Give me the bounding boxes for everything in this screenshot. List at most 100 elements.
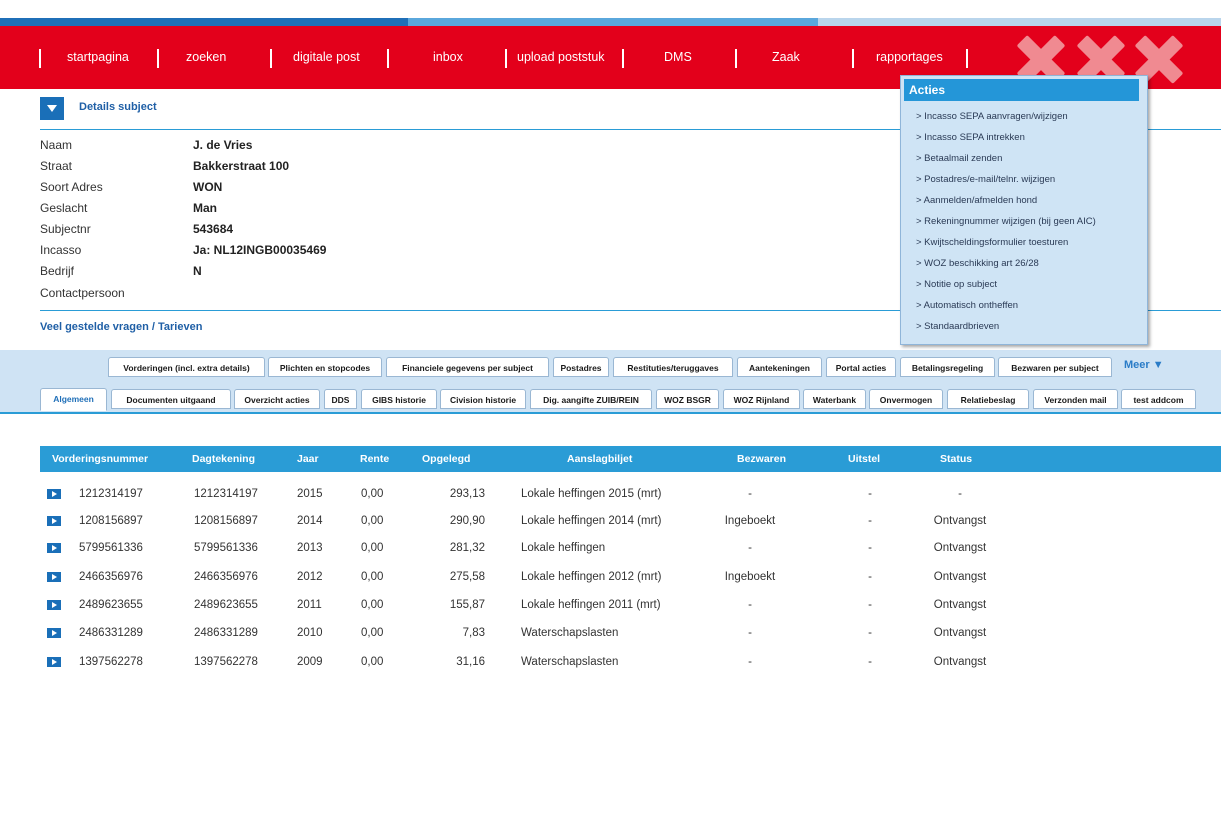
tab-test-addcom[interactable]: test addcom: [1121, 389, 1196, 409]
table-header: Vorderingsnummer Dagtekening Jaar Rente …: [40, 446, 1221, 472]
action-item[interactable]: > Betaalmail zenden: [916, 153, 1002, 164]
action-item[interactable]: > Aanmelden/afmelden hond: [916, 195, 1037, 206]
field-value-straat: Bakkerstraat 100: [193, 159, 290, 173]
cell-jaar: 2014: [297, 515, 323, 527]
table-row[interactable]: 2466356976 2466356976 2012 0,00 275,58 L…: [40, 566, 1221, 588]
cell-uitstel: -: [868, 599, 872, 611]
tab-verzonden-mail[interactable]: Verzonden mail: [1033, 389, 1118, 409]
tab-vorderingen[interactable]: Vorderingen (incl. extra details): [108, 357, 265, 377]
tab-algemeen[interactable]: Algemeen: [40, 388, 107, 411]
play-icon[interactable]: [47, 572, 61, 582]
cell-jaar: 2011: [297, 599, 322, 611]
cell-opgelegd: 31,16: [456, 656, 485, 668]
faq-link[interactable]: Veel gestelde vragen / Tarieven: [40, 321, 202, 333]
cell-aanslagbiljet: Lokale heffingen 2012 (mrt): [521, 571, 662, 583]
tab-plichten-stopcodes[interactable]: Plichten en stopcodes: [268, 357, 382, 377]
action-item[interactable]: > Incasso SEPA intrekken: [916, 132, 1025, 143]
tab-overzicht-acties[interactable]: Overzicht acties: [234, 389, 320, 409]
field-label-soort-adres: Soort Adres: [40, 180, 103, 194]
actions-title[interactable]: Acties: [904, 79, 1139, 101]
column-header[interactable]: Opgelegd: [422, 446, 470, 472]
column-header[interactable]: Aanslagbiljet: [567, 446, 632, 472]
nav-item-startpagina[interactable]: startpagina: [67, 26, 129, 89]
tab-restituties[interactable]: Restituties/teruggaves: [613, 357, 733, 377]
play-icon[interactable]: [47, 489, 61, 499]
tab-woz-bsgr[interactable]: WOZ BSGR: [656, 389, 719, 409]
tab-betalingsregeling[interactable]: Betalingsregeling: [900, 357, 995, 377]
cell-dagtekening: 1397562278: [194, 656, 258, 668]
cell-uitstel: -: [868, 627, 872, 639]
cell-dagtekening: 2486331289: [194, 627, 258, 639]
action-item[interactable]: > Automatisch ontheffen: [916, 300, 1018, 311]
column-header[interactable]: Bezwaren: [737, 446, 786, 472]
cell-opgelegd: 275,58: [449, 571, 485, 583]
nav-separator: [622, 49, 624, 68]
field-value-naam: J. de Vries: [193, 138, 253, 152]
play-icon[interactable]: [47, 628, 61, 638]
table-row[interactable]: 2489623655 2489623655 2011 0,00 155,87 L…: [40, 594, 1221, 616]
nav-item-inbox[interactable]: inbox: [433, 26, 463, 89]
column-header[interactable]: Jaar: [297, 446, 319, 472]
tab-woz-rijnland[interactable]: WOZ Rijnland: [723, 389, 800, 409]
tab-onvermogen[interactable]: Onvermogen: [869, 389, 943, 409]
nav-item-zaak[interactable]: Zaak: [772, 26, 800, 89]
action-item[interactable]: > Notitie op subject: [916, 279, 997, 290]
nav-separator: [966, 49, 968, 68]
nav-item-digitale-post[interactable]: digitale post: [293, 26, 360, 89]
tab-civision-historie[interactable]: Civision historie: [440, 389, 526, 409]
tab-gibs-historie[interactable]: GIBS historie: [361, 389, 437, 409]
cell-vorderingsnummer: 2489623655: [79, 599, 143, 611]
cell-opgelegd: 290,90: [449, 515, 485, 527]
column-header[interactable]: Uitstel: [848, 446, 880, 472]
cell-uitstel: -: [868, 656, 872, 668]
nav-separator: [852, 49, 854, 68]
tab-portal-acties[interactable]: Portal acties: [826, 357, 896, 377]
cell-uitstel: -: [868, 515, 872, 527]
play-icon[interactable]: [47, 657, 61, 667]
table-row[interactable]: 2486331289 2486331289 2010 0,00 7,83 Wat…: [40, 622, 1221, 644]
tab-relatiebeslag[interactable]: Relatiebeslag: [947, 389, 1029, 409]
tab-waterbank[interactable]: Waterbank: [803, 389, 866, 409]
play-icon[interactable]: [47, 516, 61, 526]
column-header[interactable]: Dagtekening: [192, 446, 255, 472]
action-item[interactable]: > Kwijtscheldingsformulier toesturen: [916, 237, 1068, 248]
table-row[interactable]: 1397562278 1397562278 2009 0,00 31,16 Wa…: [40, 651, 1221, 673]
more-tabs-button[interactable]: Meer ▼: [1124, 359, 1164, 371]
chevron-down-icon[interactable]: [40, 97, 64, 120]
field-value-bedrijf: N: [193, 264, 202, 278]
play-icon[interactable]: [47, 600, 61, 610]
action-item[interactable]: > Rekeningnummer wijzigen (bij geen AIC): [916, 216, 1096, 227]
cell-aanslagbiljet: Waterschapslasten: [521, 656, 619, 668]
tab-dig-aangifte[interactable]: Dig. aangifte ZUIB/REIN: [530, 389, 652, 409]
tab-bezwaren-per-subject[interactable]: Bezwaren per subject: [998, 357, 1112, 377]
cell-jaar: 2013: [297, 542, 323, 554]
nav-item-zoeken[interactable]: zoeken: [186, 26, 226, 89]
table-row[interactable]: 1212314197 1212314197 2015 0,00 293,13 L…: [40, 483, 1221, 505]
field-label-bedrijf: Bedrijf: [40, 264, 75, 278]
cell-opgelegd: 7,83: [462, 627, 485, 639]
column-header[interactable]: Status: [940, 446, 972, 472]
action-item[interactable]: > WOZ beschikking art 26/28: [916, 258, 1039, 269]
tab-financiele-gegevens[interactable]: Financiele gegevens per subject: [386, 357, 549, 377]
cell-bezwaren: Ingeboekt: [724, 571, 776, 583]
play-icon[interactable]: [47, 543, 61, 553]
cell-dagtekening: 2489623655: [194, 599, 258, 611]
action-item[interactable]: > Standaardbrieven: [916, 321, 999, 332]
cell-opgelegd: 281,32: [449, 542, 485, 554]
cell-jaar: 2012: [297, 571, 323, 583]
nav-separator: [270, 49, 272, 68]
table-row[interactable]: 5799561336 5799561336 2013 0,00 281,32 L…: [40, 537, 1221, 559]
column-header[interactable]: Vorderingsnummer: [52, 446, 148, 472]
column-header[interactable]: Rente: [360, 446, 389, 472]
nav-item-dms[interactable]: DMS: [664, 26, 692, 89]
table-row[interactable]: 1208156897 1208156897 2014 0,00 290,90 L…: [40, 510, 1221, 532]
cell-status: Ontvangst: [933, 656, 987, 668]
tab-dds[interactable]: DDS: [324, 389, 357, 409]
tab-documenten-uitgaand[interactable]: Documenten uitgaand: [111, 389, 231, 409]
tab-postadres[interactable]: Postadres: [553, 357, 609, 377]
nav-item-upload-poststuk[interactable]: upload poststuk: [517, 26, 605, 89]
field-label-incasso: Incasso: [40, 243, 82, 257]
action-item[interactable]: > Postadres/e-mail/telnr. wijzigen: [916, 174, 1055, 185]
tab-aantekeningen[interactable]: Aantekeningen: [737, 357, 822, 377]
action-item[interactable]: > Incasso SEPA aanvragen/wijzigen: [916, 111, 1068, 122]
